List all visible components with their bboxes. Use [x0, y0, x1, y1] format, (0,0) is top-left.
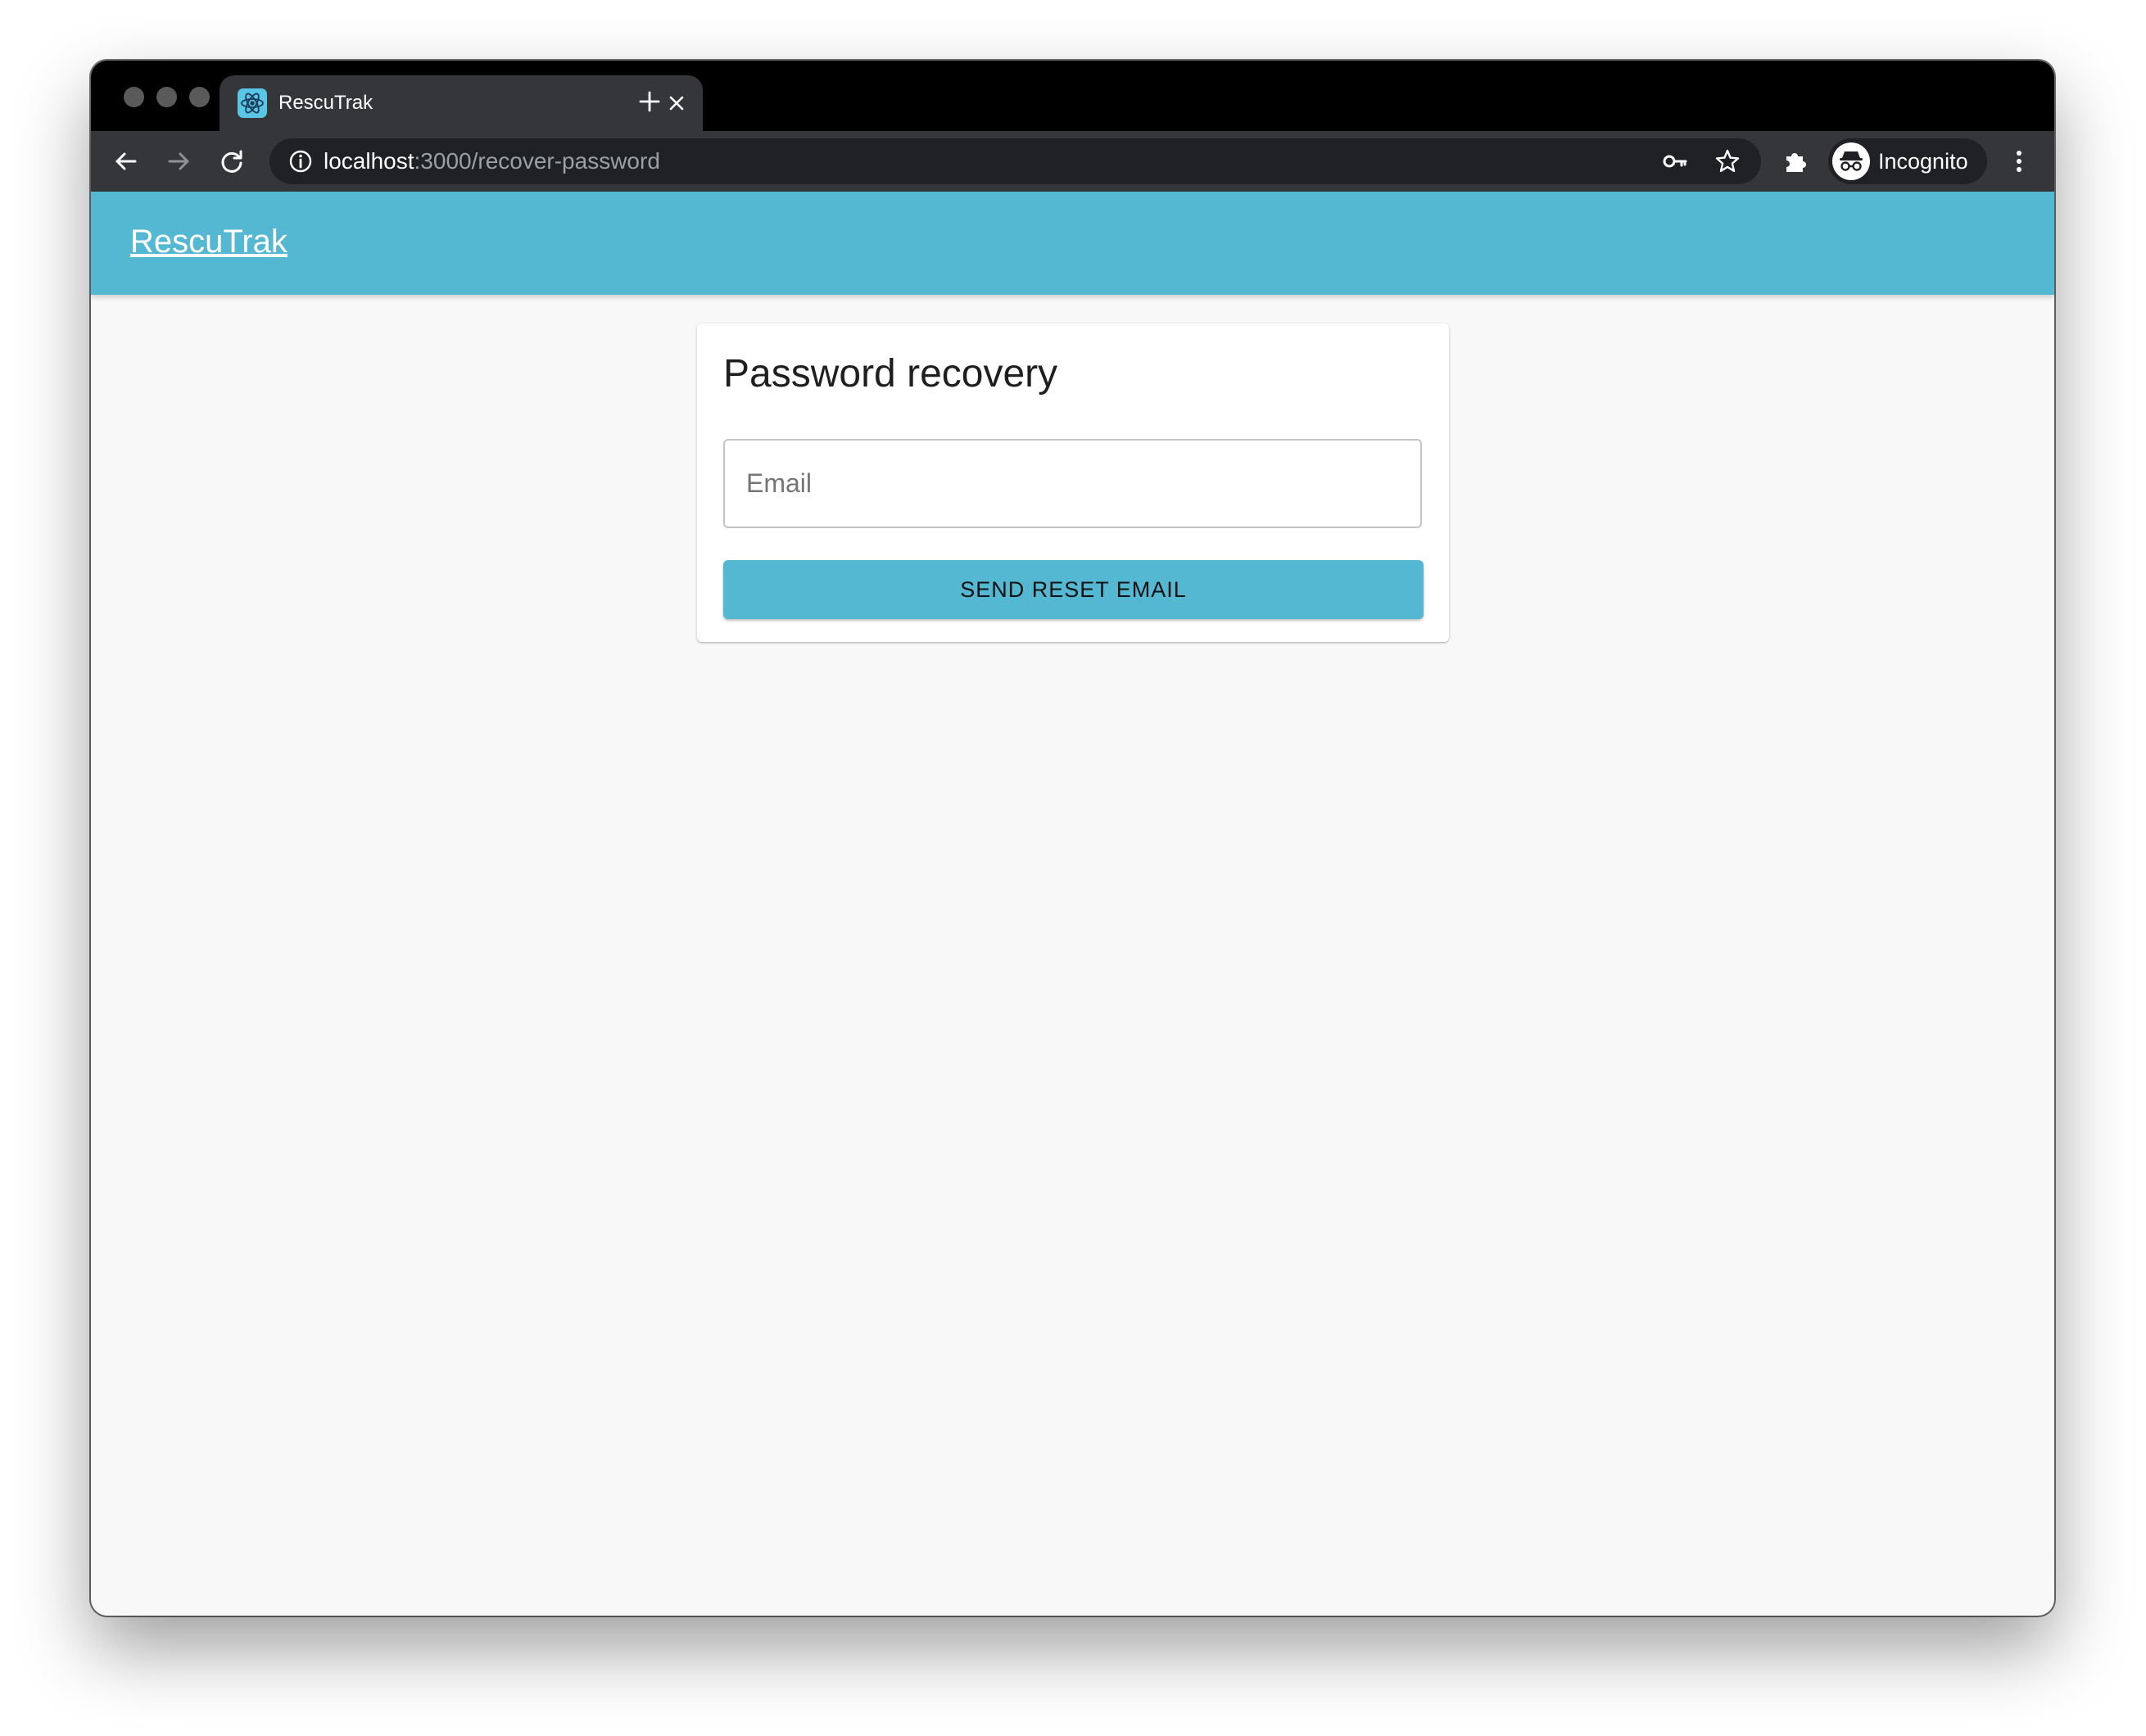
- url-text[interactable]: localhost:3000/recover-password: [324, 148, 660, 174]
- incognito-icon: [1832, 142, 1870, 180]
- address-bar[interactable]: localhost:3000/recover-password: [269, 138, 1761, 184]
- card-title: Password recovery: [723, 352, 1058, 396]
- email-field[interactable]: [723, 439, 1422, 528]
- url-path: :3000/recover-password: [414, 148, 660, 174]
- star-icon[interactable]: [1713, 147, 1742, 176]
- arrow-right-icon[interactable]: [164, 147, 193, 176]
- key-icon[interactable]: [1660, 147, 1690, 176]
- window-minimize-control[interactable]: [156, 87, 177, 107]
- window-close-control[interactable]: [124, 87, 144, 107]
- close-icon[interactable]: [662, 88, 691, 118]
- new-tab-plus-icon[interactable]: [633, 85, 666, 118]
- info-circle-icon[interactable]: [287, 148, 314, 174]
- puzzle-icon[interactable]: [1781, 147, 1810, 176]
- url-host: localhost: [324, 148, 414, 174]
- brand-link[interactable]: RescuTrak: [130, 221, 287, 262]
- react-atom-icon: [238, 88, 267, 118]
- incognito-profile-button[interactable]: Incognito: [1828, 138, 1987, 184]
- window-zoom-control[interactable]: [189, 87, 210, 107]
- password-recovery-card: Password recovery SEND RESET EMAIL: [697, 323, 1449, 642]
- reload-icon[interactable]: [217, 147, 247, 176]
- browser-toolbar: localhost:3000/recover-password Incognit…: [91, 131, 2054, 192]
- app-header: RescuTrak: [91, 192, 2054, 295]
- kebab-menu-icon[interactable]: [2004, 147, 2034, 176]
- tab-title: RescuTrak: [278, 92, 374, 114]
- tab-strip: RescuTrak: [91, 61, 2054, 131]
- profile-label: Incognito: [1878, 149, 1968, 174]
- browser-window: RescuTrak localhost:3000/recover-passwor…: [91, 61, 2054, 1616]
- browser-tab-active[interactable]: RescuTrak: [220, 75, 703, 131]
- arrow-left-icon[interactable]: [111, 147, 141, 176]
- send-reset-email-button[interactable]: SEND RESET EMAIL: [723, 560, 1424, 619]
